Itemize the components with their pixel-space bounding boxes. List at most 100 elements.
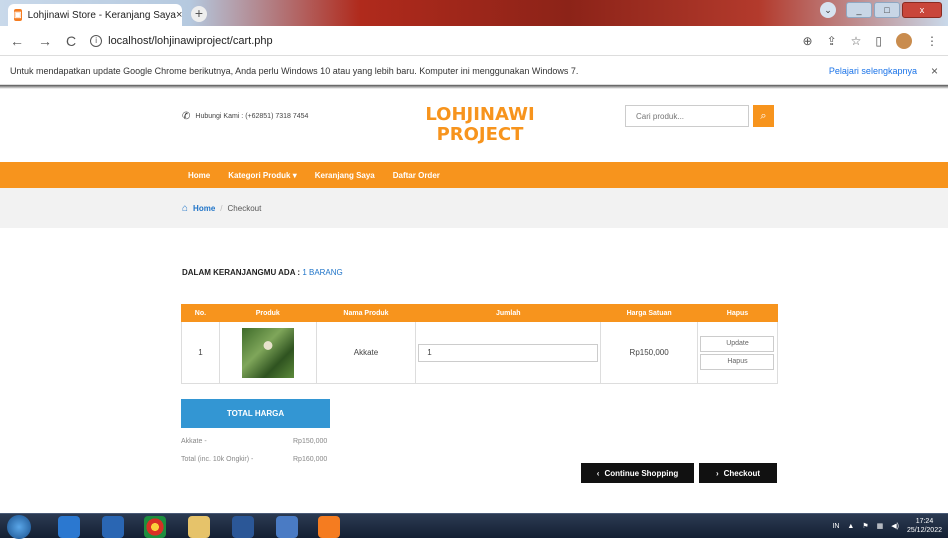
breadcrumb: ⌂ Home / Checkout	[0, 188, 948, 228]
col-produk: Produk	[218, 304, 317, 322]
clock-time: 17:24	[915, 518, 934, 525]
cart-count-value: 1 BARANG	[302, 268, 343, 277]
search-input[interactable]	[625, 105, 749, 127]
nav-kategori-label: Kategori Produk	[228, 170, 291, 180]
zoom-icon[interactable]: ⊕	[803, 34, 813, 48]
breadcrumb-home[interactable]: Home	[193, 204, 215, 213]
share-icon[interactable]: ⇪	[827, 34, 837, 48]
word-icon[interactable]	[232, 516, 254, 538]
side-panel-icon[interactable]: ▯	[875, 34, 882, 48]
summary-line2-label: Total (inc. 10k Ongkir) -	[181, 456, 254, 463]
infobar-message: Untuk mendapatkan update Google Chrome b…	[10, 65, 579, 76]
site-info-icon[interactable]: i	[90, 34, 103, 47]
total-price-header: TOTAL HARGA	[181, 399, 330, 428]
search-button[interactable]: ⌕	[753, 105, 774, 127]
xampp-icon[interactable]	[318, 516, 340, 538]
row-actions: Update Hapus	[696, 321, 779, 384]
chrome-icon[interactable]	[144, 516, 166, 538]
chevron-right-icon: ›	[715, 468, 719, 478]
nav-kategori-produk[interactable]: Kategori Produk ▾	[228, 171, 296, 180]
tab-title: Lohjinawi Store - Keranjang Saya	[27, 9, 176, 21]
start-button[interactable]	[7, 515, 31, 539]
flag-icon[interactable]: ⚑	[862, 522, 868, 530]
cart-count-label: DALAM KERANJANGMU ADA :	[182, 268, 301, 277]
site-favicon-icon: ▣	[14, 9, 22, 21]
chevron-left-icon: ‹	[596, 468, 600, 478]
search-icon: ⌕	[760, 110, 767, 122]
breadcrumb-separator: /	[220, 203, 223, 213]
search-form: ⌕	[625, 105, 774, 127]
row-product-name: Akkate	[315, 321, 417, 384]
col-nama-produk: Nama Produk	[315, 304, 417, 322]
continue-shopping-button[interactable]: ‹ Continue Shopping	[581, 463, 694, 483]
site-header: ✆ Hubungi Kami : (+62851) 7318 7454 LOHJ…	[0, 89, 948, 162]
continue-shopping-label: Continue Shopping	[604, 468, 679, 478]
learn-more-link[interactable]: Pelajari selengkapnya	[829, 66, 917, 76]
col-no: No.	[181, 304, 220, 322]
col-harga-satuan: Harga Satuan	[600, 304, 698, 322]
summary-line1-label: Akkate -	[181, 438, 207, 445]
home-icon: ⌂	[182, 202, 189, 214]
table-header-row: No. Produk Nama Produk Jumlah Harga Satu…	[181, 304, 779, 322]
back-icon[interactable]: ←	[10, 33, 24, 49]
network-app-icon[interactable]	[276, 516, 298, 538]
browser-tab[interactable]: ▣ Lohjinawi Store - Keranjang Saya ×	[8, 4, 182, 26]
row-no: 1	[181, 321, 220, 384]
url-text: localhost/lohjinawiproject/cart.php	[108, 34, 273, 47]
tray-arrow-icon[interactable]: ▲	[847, 523, 854, 530]
language-indicator[interactable]: IN	[832, 523, 839, 530]
internet-explorer-icon[interactable]	[58, 516, 80, 538]
summary-line-item: Akkate - Rp150,000	[181, 438, 341, 445]
windows-taskbar: IN ▲ ⚑ ▦ ◀) 17:24 25/12/2022	[0, 513, 948, 539]
nav-keranjang-saya[interactable]: Keranjang Saya	[315, 171, 375, 180]
breadcrumb-current: Checkout	[227, 203, 262, 213]
checkout-button[interactable]: › Checkout	[699, 463, 777, 483]
contact-info: ✆ Hubungi Kami : (+62851) 7318 7454	[182, 111, 308, 122]
tab-search-icon[interactable]: ⌄	[820, 2, 836, 18]
col-jumlah: Jumlah	[415, 304, 602, 322]
network-icon[interactable]: ▦	[877, 522, 884, 530]
tab-close-icon[interactable]: ×	[176, 9, 182, 21]
summary-total: Total (inc. 10k Ongkir) - Rp160,000	[181, 456, 341, 463]
volume-icon[interactable]: ◀)	[891, 522, 899, 530]
product-image	[241, 327, 294, 378]
main-nav: Home Kategori Produk ▾ Keranjang Saya Da…	[0, 162, 948, 188]
system-tray: IN ▲ ⚑ ▦ ◀) 17:24 25/12/2022	[832, 517, 942, 535]
bookmark-star-icon[interactable]: ☆	[851, 34, 862, 48]
file-explorer-icon[interactable]	[188, 516, 210, 538]
clock-date: 25/12/2022	[906, 527, 942, 534]
contact-text: Hubungi Kami : (+62851) 7318 7454	[195, 113, 309, 120]
update-button[interactable]: Update	[700, 335, 775, 352]
col-hapus: Hapus	[696, 304, 779, 322]
nav-daftar-order[interactable]: Daftar Order	[393, 171, 440, 180]
row-qty-cell: 1	[415, 321, 602, 384]
nav-home[interactable]: Home	[188, 171, 210, 180]
infobar-close-icon[interactable]: ×	[931, 64, 938, 78]
close-window-button[interactable]: x	[902, 2, 942, 18]
forward-icon[interactable]: →	[38, 33, 52, 49]
row-price: Rp150,000	[600, 321, 698, 384]
checkout-label: Checkout	[723, 468, 761, 478]
cart-table: No. Produk Nama Produk Jumlah Harga Satu…	[181, 304, 779, 384]
clock[interactable]: 17:24 25/12/2022	[907, 517, 942, 535]
window-controls: ⌄ _ □ x	[820, 2, 942, 18]
browser-tab-strip: ▣ Lohjinawi Store - Keranjang Saya × + ⌄…	[0, 0, 948, 26]
row-product-image-cell	[218, 321, 317, 384]
cart-count: DALAM KERANJANGMU ADA : 1 BARANG	[182, 268, 343, 277]
table-row: 1 Akkate 1 Rp150,000 Update Hapus	[181, 321, 779, 384]
site-logo[interactable]: LOHJINAWI PROJECT	[418, 105, 542, 145]
menu-icon[interactable]: ⋮	[926, 34, 938, 48]
logo-line1: LOHJINAWI	[425, 104, 535, 125]
quantity-input[interactable]: 1	[418, 343, 599, 362]
address-bar-row: ← → C i localhost/lohjinawiproject/cart.…	[0, 26, 948, 56]
delete-button[interactable]: Hapus	[700, 353, 775, 370]
new-tab-button[interactable]: +	[191, 6, 207, 22]
profile-avatar[interactable]	[896, 32, 912, 49]
summary-line1-value: Rp150,000	[293, 438, 328, 445]
address-bar[interactable]: i localhost/lohjinawiproject/cart.php	[90, 34, 788, 47]
minimize-button[interactable]: _	[846, 2, 872, 18]
media-player-icon[interactable]	[102, 516, 124, 538]
reload-icon[interactable]: C	[66, 33, 76, 49]
phone-icon: ✆	[182, 111, 191, 122]
maximize-button[interactable]: □	[874, 2, 900, 18]
